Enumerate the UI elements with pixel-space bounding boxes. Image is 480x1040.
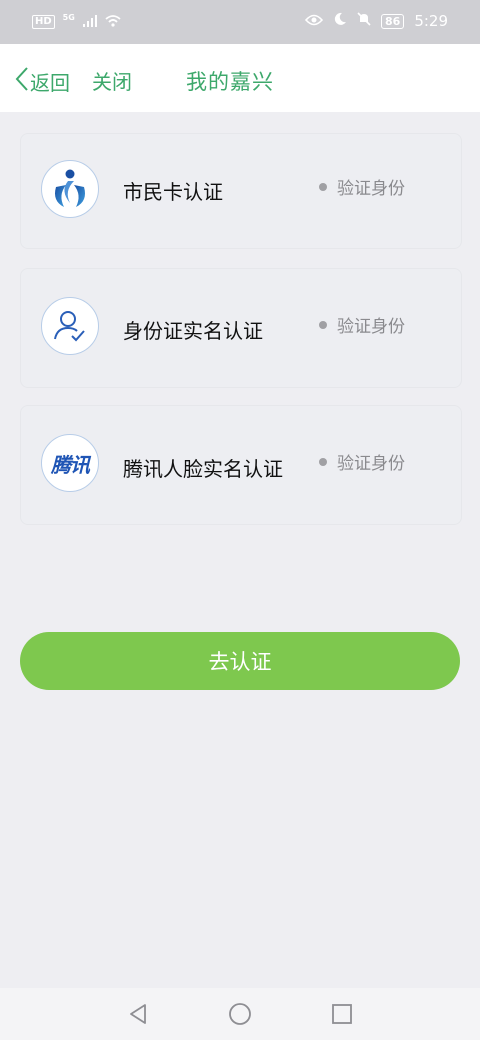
citizen-card-logo (41, 160, 99, 218)
tencent-face-option[interactable]: 腾讯 腾讯人脸实名认证 验证身份 (20, 405, 462, 525)
eye-icon (304, 12, 324, 30)
status-dot (319, 182, 327, 191)
option-status-label: 验证身份 (337, 454, 405, 474)
page-title: 我的嘉兴 (186, 70, 274, 94)
status-left: HD 5G (32, 13, 121, 31)
option-status: 验证身份 (319, 174, 405, 199)
option-title: 市民卡认证 (123, 180, 223, 204)
id-card-option[interactable]: 身份证实名认证 验证身份 (20, 268, 462, 388)
mute-icon (357, 12, 371, 30)
option-status-label: 验证身份 (337, 179, 405, 199)
hd-badge: HD (32, 15, 55, 29)
go-verify-button[interactable]: 去认证 (20, 632, 460, 690)
option-status: 验证身份 (319, 312, 405, 337)
citizen-card-option[interactable]: 市民卡认证 验证身份 (20, 133, 462, 249)
back-triangle-icon[interactable] (126, 1001, 152, 1027)
network-type: 5G (62, 12, 75, 22)
app-header: 返回 关闭 我的嘉兴 (0, 44, 480, 112)
option-title: 身份证实名认证 (123, 319, 263, 343)
chevron-left-icon (14, 66, 30, 97)
option-title: 腾讯人脸实名认证 (123, 457, 283, 481)
wifi-icon (105, 13, 121, 31)
system-nav-bar (0, 988, 480, 1040)
status-bar: HD 5G 86 5:29 (0, 0, 480, 44)
signal-icon (82, 13, 97, 31)
moon-icon (333, 12, 347, 30)
status-right: 86 5:29 (304, 12, 448, 30)
back-button[interactable]: 返回 (14, 66, 70, 97)
tencent-logo-text: 腾讯 (51, 452, 90, 477)
close-button[interactable]: 关闭 (92, 66, 132, 95)
user-check-icon (41, 297, 99, 355)
status-dot (319, 457, 327, 466)
home-circle-icon[interactable] (227, 1001, 253, 1027)
back-label: 返回 (30, 71, 70, 95)
option-status: 验证身份 (319, 449, 405, 474)
tencent-logo: 腾讯 (41, 434, 99, 492)
battery-icon: 86 (381, 13, 405, 29)
recents-square-icon[interactable] (329, 1001, 355, 1027)
status-time: 5:29 (414, 12, 448, 30)
status-dot (319, 320, 327, 329)
option-status-label: 验证身份 (337, 317, 405, 337)
